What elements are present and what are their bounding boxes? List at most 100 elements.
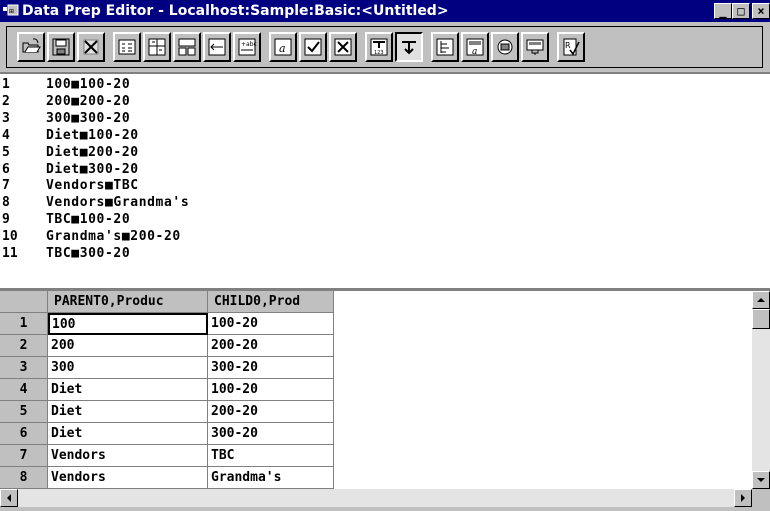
- data-preview-pane[interactable]: 1 100■100-20 2 200■200-20 3 300■300-20 4 Diet■1…: [0, 72, 770, 289]
- grid-cell[interactable]: 200: [48, 335, 208, 357]
- field-properties-button[interactable]: [113, 32, 141, 62]
- restore-button[interactable]: □: [732, 3, 750, 19]
- split-field-button[interactable]: [173, 32, 201, 62]
- svg-text:⊞: ⊞: [9, 8, 14, 15]
- title-bar[interactable]: ⊞ Data Prep Editor - Localhost:Sample:Ba…: [0, 0, 770, 22]
- grid-cell[interactable]: 200-20: [208, 401, 334, 423]
- preview-line-text: TBC■300-20: [46, 246, 131, 261]
- column-header[interactable]: PARENT0,Produc: [48, 291, 208, 313]
- app-icon[interactable]: ⊞: [3, 4, 19, 18]
- grid-cell[interactable]: Vendors: [48, 445, 208, 467]
- validate-icon: R: [563, 38, 580, 56]
- data-prep-editor-window: ⊞ Data Prep Editor - Localhost:Sample:Ba…: [0, 0, 770, 511]
- grid-cell[interactable]: 100-20: [208, 379, 334, 401]
- preview-line-number: 10: [2, 229, 18, 245]
- toolbar-frame: +abc a 123 a R: [6, 26, 763, 68]
- window-bottom-edge: [0, 507, 770, 511]
- preview-line: 4 Diet■100-20: [0, 128, 770, 144]
- row-header[interactable]: 3: [0, 357, 48, 379]
- ignore-field-button[interactable]: [329, 32, 357, 62]
- preview-line-number: 7: [2, 178, 10, 194]
- svg-text:a: a: [472, 47, 477, 57]
- svg-text:R: R: [565, 41, 571, 50]
- row-header[interactable]: 2: [0, 335, 48, 357]
- minimize-icon: _: [719, 4, 727, 18]
- vertical-scrollbar[interactable]: [752, 291, 770, 489]
- preview-line-text: Diet■100-20: [46, 127, 139, 143]
- scroll-up-button[interactable]: [752, 291, 770, 309]
- vertical-scroll-thumb[interactable]: [752, 309, 770, 329]
- grid-cell[interactable]: 300-20: [208, 423, 334, 445]
- preview-line-number: 2: [2, 93, 10, 109]
- arrow-up-icon: [757, 298, 765, 302]
- close-file-button[interactable]: [77, 32, 105, 62]
- horizontal-scrollbar[interactable]: [0, 489, 752, 507]
- preview-line-number: 5: [2, 144, 10, 160]
- close-file-icon: [83, 39, 99, 55]
- svg-text:a: a: [279, 42, 286, 55]
- svg-text:+abc: +abc: [241, 41, 257, 48]
- grid-corner[interactable]: [0, 291, 48, 313]
- data-load-settings-icon: 123: [370, 38, 388, 56]
- save-icon: [52, 38, 70, 56]
- open-file-icon: [22, 38, 41, 53]
- preview-line: 11 TBC■300-20: [0, 246, 770, 262]
- data-file-properties-button[interactable]: a: [269, 32, 297, 62]
- field-edits-icon: [436, 38, 454, 56]
- grid-cell[interactable]: 300-20: [208, 357, 334, 379]
- grid-cell[interactable]: 300: [48, 357, 208, 379]
- preview-line-text: Diet■300-20: [46, 161, 139, 177]
- associate-outline-button[interactable]: [299, 32, 327, 62]
- close-icon: ×: [757, 4, 765, 18]
- arrow-down-icon: [757, 478, 765, 482]
- row-header[interactable]: 8: [0, 467, 48, 489]
- scroll-down-button[interactable]: [752, 471, 770, 489]
- dimension-build-settings-button[interactable]: [395, 32, 423, 62]
- grid-cell[interactable]: 200-20: [208, 335, 334, 357]
- open-file-button[interactable]: [17, 32, 45, 62]
- svg-text:123: 123: [374, 50, 384, 56]
- data-file-properties-icon: a: [274, 38, 292, 56]
- field-edits-button[interactable]: [431, 32, 459, 62]
- view-data-button[interactable]: [491, 32, 519, 62]
- select-record-button[interactable]: a: [461, 32, 489, 62]
- associate-outline-icon: [304, 38, 322, 56]
- select-record-icon: a: [466, 38, 484, 57]
- close-button[interactable]: ×: [752, 3, 770, 19]
- row-header[interactable]: 4: [0, 379, 48, 401]
- preview-line-number: 9: [2, 212, 10, 228]
- row-header[interactable]: 6: [0, 423, 48, 445]
- grid-cell[interactable]: Diet: [48, 423, 208, 445]
- join-fields-button[interactable]: [203, 32, 231, 62]
- minimize-button[interactable]: _: [714, 3, 732, 19]
- row-header[interactable]: 1: [0, 313, 48, 335]
- row-header[interactable]: 5: [0, 401, 48, 423]
- field-properties-icon: [118, 39, 136, 55]
- view-data-icon: [497, 39, 513, 55]
- scroll-right-button[interactable]: [734, 489, 752, 507]
- grid-cell[interactable]: Vendors: [48, 467, 208, 489]
- preview-line-number: 1: [2, 77, 10, 92]
- view-dimension-build-button[interactable]: [521, 32, 549, 62]
- grid-cell[interactable]: 100-20: [208, 313, 334, 335]
- size-grip[interactable]: [752, 489, 770, 507]
- grid-cell[interactable]: Diet: [48, 401, 208, 423]
- preview-line: 7 Vendors■TBC: [0, 178, 770, 194]
- field-grid[interactable]: PARENT0,Produc CHILD0,Prod 1 100 100-20 2 200 2…: [0, 291, 752, 489]
- create-field-text-icon: +abc: [238, 38, 257, 56]
- grid-cell[interactable]: TBC: [208, 445, 334, 467]
- grid-cell[interactable]: 100: [48, 313, 208, 335]
- data-load-settings-button[interactable]: 123: [365, 32, 393, 62]
- scroll-left-button[interactable]: [0, 489, 18, 507]
- validate-button[interactable]: R: [557, 32, 585, 62]
- grid-cell[interactable]: Diet: [48, 379, 208, 401]
- preview-line: 2 200■200-20: [0, 94, 770, 110]
- preview-line-number: 4: [2, 127, 10, 143]
- move-field-button[interactable]: [143, 32, 171, 62]
- preview-line: 1 100■100-20: [0, 77, 770, 93]
- row-header[interactable]: 7: [0, 445, 48, 467]
- column-header[interactable]: CHILD0,Prod: [208, 291, 334, 313]
- save-button[interactable]: [47, 32, 75, 62]
- grid-cell[interactable]: Grandma's: [208, 467, 334, 489]
- create-field-text-button[interactable]: +abc: [233, 32, 261, 62]
